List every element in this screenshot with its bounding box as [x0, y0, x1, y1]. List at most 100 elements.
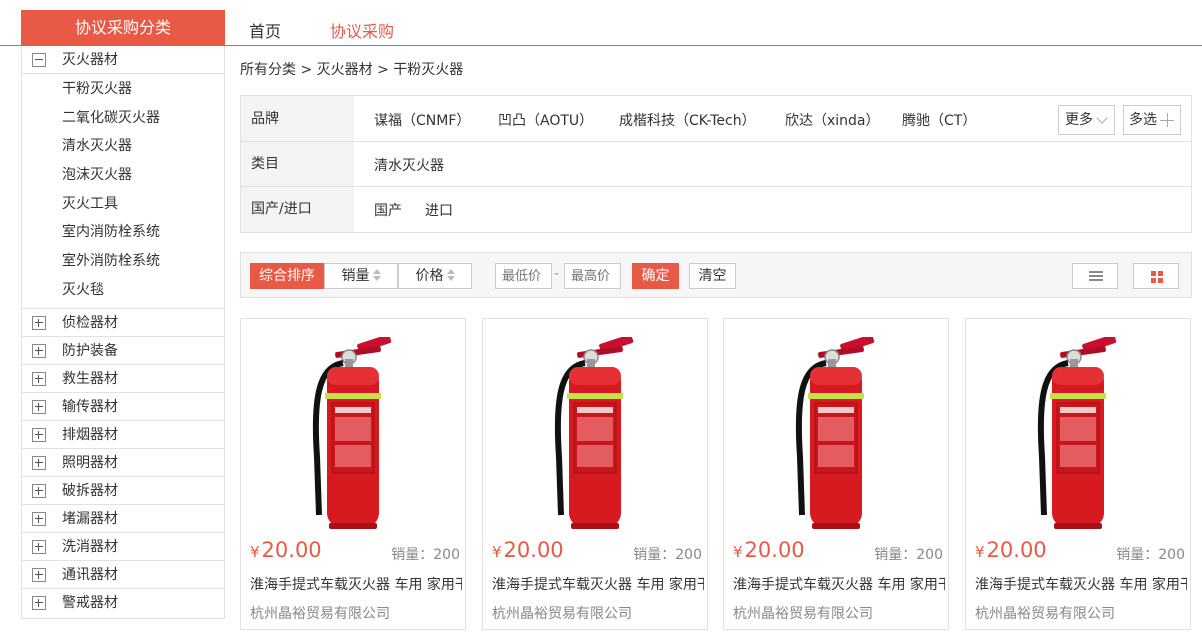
expand-icon[interactable]	[32, 595, 46, 610]
product-title[interactable]: 淮海手提式车载灭火器 车用 家用干粉灭火器	[250, 574, 462, 594]
min-price-input[interactable]	[495, 263, 552, 289]
product-shop[interactable]: 杭州晶裕贸易有限公司	[975, 603, 1115, 623]
confirm-button[interactable]: 确定	[632, 263, 679, 289]
currency-symbol: ¥	[492, 543, 502, 561]
sidebar-group[interactable]: 救生器材	[22, 365, 224, 393]
expand-icon[interactable]	[32, 343, 46, 358]
sidebar-subitem[interactable]: 灭火毯	[22, 276, 224, 305]
filter-row-category: 类目 清水灭火器	[241, 142, 1191, 187]
sidebar-group-label: 警戒器材	[62, 594, 118, 611]
sidebar-subitems: 干粉灭火器 二氧化碳灭火器 清水灭火器 泡沫灭火器 灭火工具 室内消防栓系统 室…	[22, 74, 224, 309]
product-shop[interactable]: 杭州晶裕贸易有限公司	[492, 603, 632, 623]
sidebar-subitem[interactable]: 二氧化碳灭火器	[22, 104, 224, 133]
product-card[interactable]: ¥20.00 销量：200 淮海手提式车载灭火器 车用 家用干粉灭火器 杭州晶裕…	[240, 318, 466, 630]
category-option[interactable]: 清水灭火器	[374, 155, 444, 175]
sidebar-group-label: 侦检器材	[62, 314, 118, 331]
expand-icon[interactable]	[32, 371, 46, 386]
product-card[interactable]: ¥20.00 销量：200 淮海手提式车载灭火器 车用 家用干粉灭火器 杭州晶裕…	[482, 318, 708, 630]
product-title[interactable]: 淮海手提式车载灭火器 车用 家用干粉灭火器	[733, 574, 945, 594]
multi-select-button[interactable]: 多选	[1123, 105, 1181, 135]
expand-icon[interactable]	[32, 539, 46, 554]
max-price-input[interactable]	[564, 263, 621, 289]
nav-home[interactable]: 首页	[249, 18, 281, 42]
collapse-icon[interactable]	[32, 53, 46, 67]
nav-agreement-purchase[interactable]: 协议采购	[330, 18, 394, 42]
product-image[interactable]	[782, 334, 890, 533]
product-image[interactable]	[541, 334, 649, 533]
category-header[interactable]: 协议采购分类	[21, 10, 225, 46]
sidebar-group[interactable]: 通讯器材	[22, 561, 224, 589]
expand-icon[interactable]	[32, 315, 46, 330]
sidebar-group-label: 通讯器材	[62, 566, 118, 583]
sort-default-button[interactable]: 综合排序	[250, 263, 324, 289]
product-price: ¥20.00	[492, 538, 564, 562]
sidebar-group[interactable]: 洗消器材	[22, 533, 224, 561]
sidebar-subitem[interactable]: 干粉灭火器	[22, 75, 224, 104]
product-price: ¥20.00	[975, 538, 1047, 562]
sidebar-subitem[interactable]: 泡沫灭火器	[22, 161, 224, 190]
expand-icon[interactable]	[32, 455, 46, 470]
sidebar-group-label: 破拆器材	[62, 482, 118, 499]
product-price: ¥20.00	[733, 538, 805, 562]
sidebar-group[interactable]: 照明器材	[22, 449, 224, 477]
more-button[interactable]: 更多	[1058, 105, 1115, 135]
expand-icon[interactable]	[32, 567, 46, 582]
sidebar-subitem[interactable]: 室外消防栓系统	[22, 247, 224, 276]
sidebar-subitem[interactable]: 室内消防栓系统	[22, 218, 224, 247]
product-shop[interactable]: 杭州晶裕贸易有限公司	[733, 603, 873, 623]
brand-option[interactable]: 谋福（CNMF）	[374, 110, 470, 130]
product-card[interactable]: ¥20.00 销量：200 淮海手提式车载灭火器 车用 家用干粉灭火器 杭州晶裕…	[965, 318, 1191, 630]
list-view-button[interactable]	[1072, 263, 1118, 289]
sidebar-group-label: 防护装备	[62, 342, 118, 359]
brand-option[interactable]: 凹凸（AOTU）	[498, 110, 593, 130]
sort-sales-button[interactable]: 销量	[324, 263, 398, 289]
sort-sales-label: 销量	[341, 268, 370, 284]
product-sales: 销量：200	[874, 547, 943, 563]
sidebar-subitem[interactable]: 清水灭火器	[22, 132, 224, 161]
product-shop[interactable]: 杭州晶裕贸易有限公司	[250, 603, 390, 623]
top-navigation: 协议采购分类 首页 协议采购	[0, 0, 1202, 46]
sidebar-group[interactable]: 堵漏器材	[22, 505, 224, 533]
origin-option[interactable]: 国产	[374, 200, 402, 220]
brand-option[interactable]: 欣达（xinda）	[785, 110, 880, 130]
sidebar-group[interactable]: 破拆器材	[22, 477, 224, 505]
sidebar-group[interactable]: 侦检器材	[22, 309, 224, 337]
price-value: 20.00	[744, 538, 805, 562]
expand-icon[interactable]	[32, 511, 46, 526]
filter-label: 品牌	[241, 96, 354, 141]
sort-price-button[interactable]: 价格	[398, 263, 472, 289]
category-sidebar: 灭火器材 干粉灭火器 二氧化碳灭火器 清水灭火器 泡沫灭火器 灭火工具 室内消防…	[21, 46, 225, 619]
more-label: 更多	[1065, 112, 1093, 128]
breadcrumb[interactable]: 所有分类 > 灭火器材 > 干粉灭火器	[240, 59, 463, 79]
sidebar-group[interactable]: 排烟器材	[22, 421, 224, 449]
product-card[interactable]: ¥20.00 销量：200 淮海手提式车载灭火器 车用 家用干粉灭火器 杭州晶裕…	[723, 318, 949, 630]
grid-view-button[interactable]	[1133, 263, 1179, 289]
plus-icon	[1160, 113, 1174, 127]
product-image[interactable]	[1024, 334, 1132, 533]
sidebar-subitem[interactable]: 灭火工具	[22, 190, 224, 219]
sort-bar: 综合排序 销量 价格 - 确定 清空	[240, 252, 1192, 298]
sidebar-group[interactable]: 防护装备	[22, 337, 224, 365]
filter-panel: 品牌 谋福（CNMF） 凹凸（AOTU） 成楷科技（CK-Tech） 欣达（xi…	[240, 95, 1192, 233]
product-image[interactable]	[299, 334, 407, 533]
price-range-dash: -	[554, 266, 560, 282]
product-title[interactable]: 淮海手提式车载灭火器 车用 家用干粉灭火器	[975, 574, 1187, 594]
sort-arrows-icon	[446, 269, 455, 281]
expand-icon[interactable]	[32, 427, 46, 442]
sidebar-group[interactable]: 输传器材	[22, 393, 224, 421]
product-sales: 销量：200	[1116, 547, 1185, 563]
currency-symbol: ¥	[733, 543, 743, 561]
brand-option[interactable]: 腾驰（CT）	[902, 110, 976, 130]
sort-price-label: 价格	[415, 268, 444, 284]
sidebar-group-expanded[interactable]: 灭火器材	[22, 46, 224, 74]
brand-option[interactable]: 成楷科技（CK-Tech）	[619, 110, 756, 130]
expand-icon[interactable]	[32, 399, 46, 414]
product-price: ¥20.00	[250, 538, 322, 562]
filter-label: 国产/进口	[241, 187, 354, 232]
filter-row-origin: 国产/进口 国产 进口	[241, 187, 1191, 232]
product-title[interactable]: 淮海手提式车载灭火器 车用 家用干粉灭火器	[492, 574, 704, 594]
expand-icon[interactable]	[32, 483, 46, 498]
sidebar-group[interactable]: 警戒器材	[22, 589, 224, 617]
origin-option[interactable]: 进口	[425, 200, 453, 220]
clear-button[interactable]: 清空	[689, 263, 736, 289]
